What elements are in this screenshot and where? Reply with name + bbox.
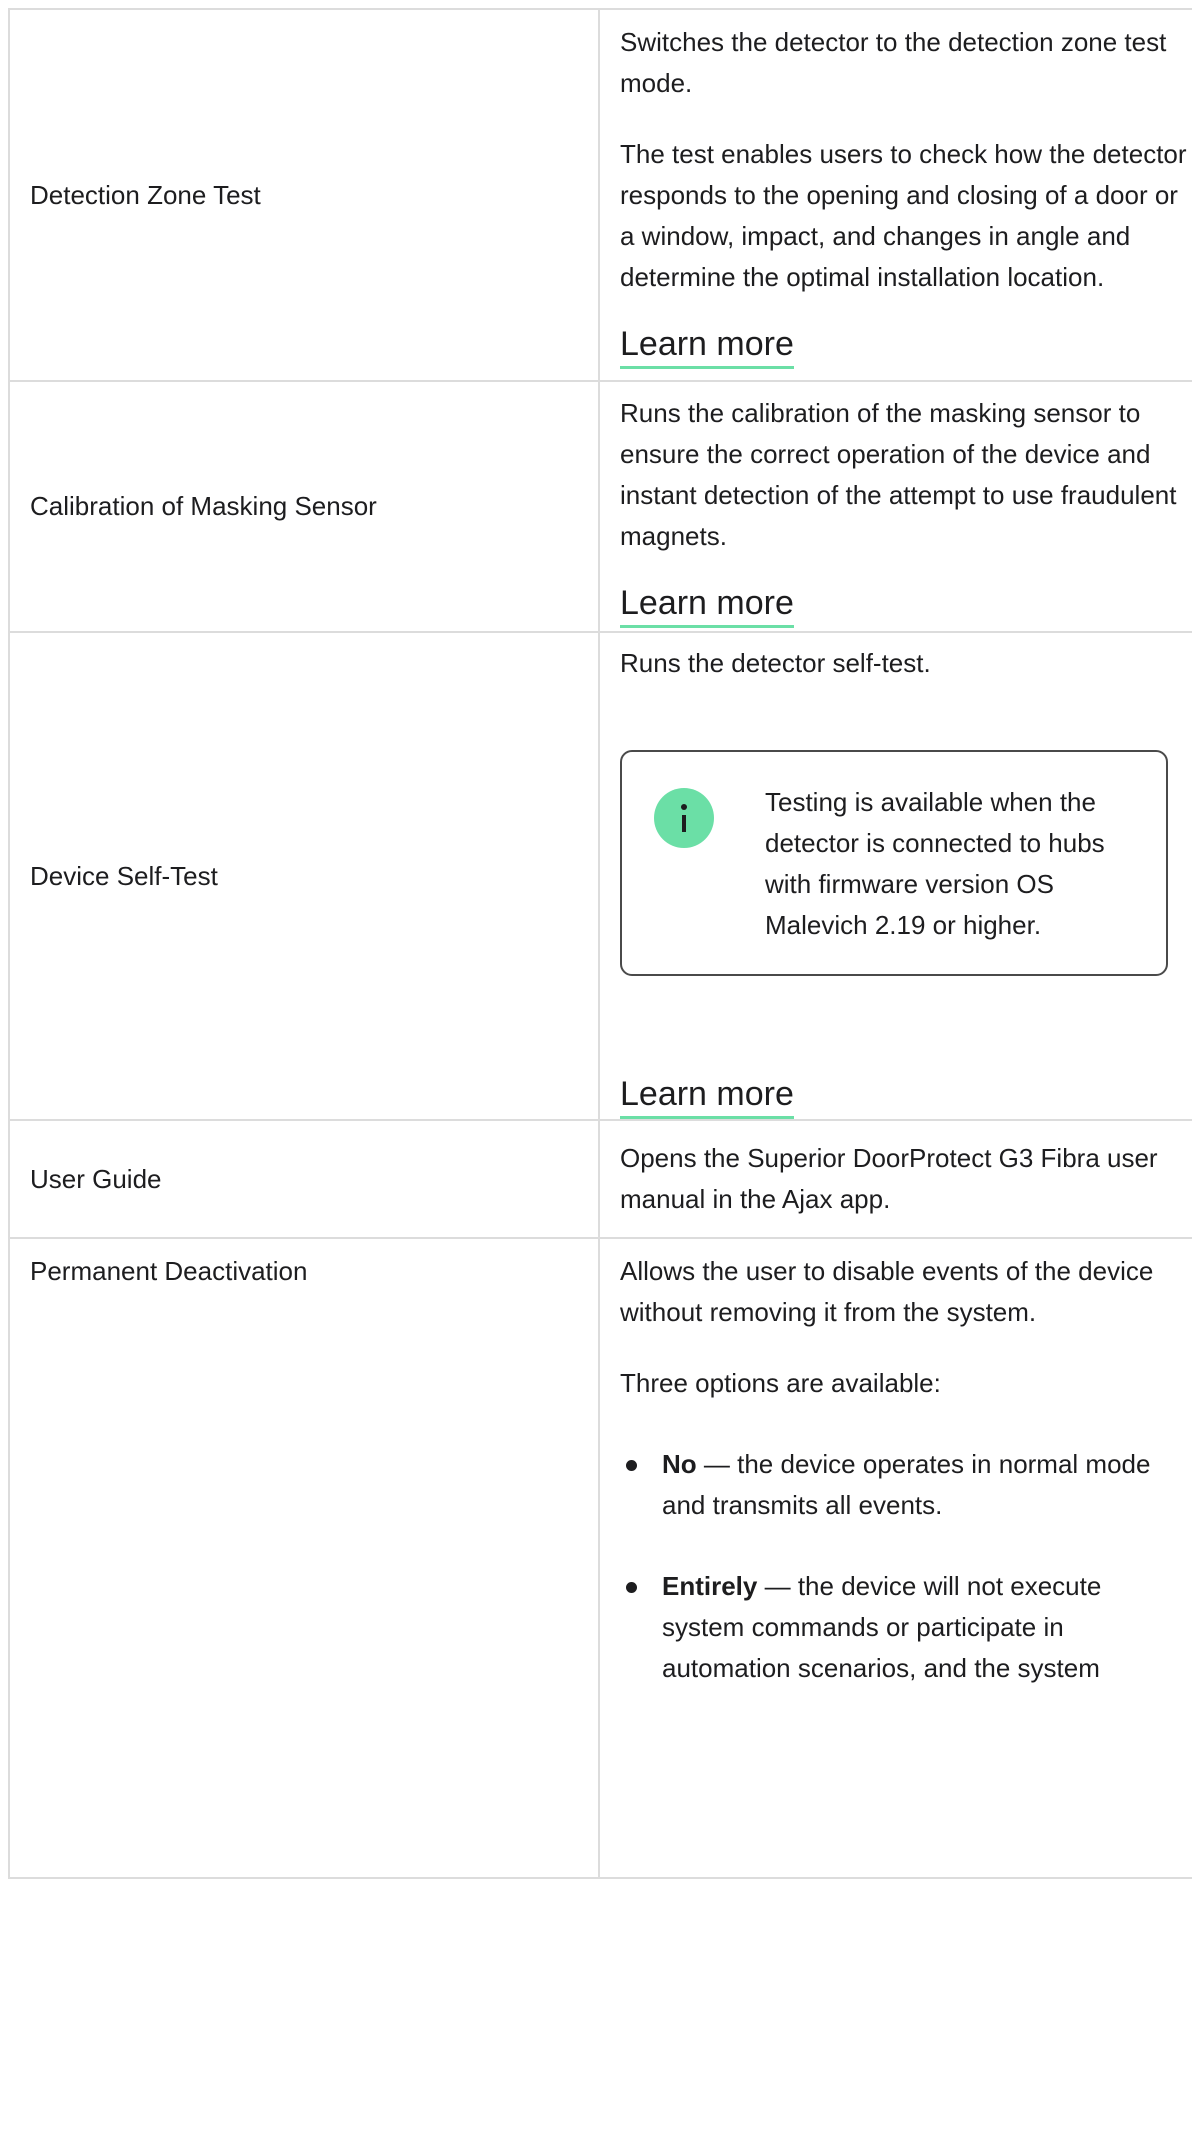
description-paragraph: Allows the user to disable events of the… bbox=[620, 1256, 1154, 1327]
learn-more-link[interactable]: Learn more bbox=[620, 324, 794, 369]
list-item: No — the device operates in normal mode … bbox=[620, 1444, 1182, 1526]
row-label-cell: Calibration of Masking Sensor bbox=[8, 380, 600, 633]
info-note: Testing is available when the detector i… bbox=[620, 750, 1168, 976]
description-paragraph: The test enables users to check how the … bbox=[620, 139, 1187, 292]
row-description-cell: Runs the detector self-test. Testing is … bbox=[598, 631, 1192, 1121]
row-label: Detection Zone Test bbox=[30, 179, 261, 210]
row-label-cell: Detection Zone Test bbox=[8, 8, 600, 382]
bullet-icon bbox=[626, 1582, 637, 1593]
description-paragraph: Runs the detector self-test. bbox=[620, 648, 931, 678]
options-list: No — the device operates in normal mode … bbox=[620, 1444, 1188, 1689]
row-description-cell: Opens the Superior DoorProtect G3 Fibra … bbox=[598, 1119, 1192, 1239]
row-label: Device Self-Test bbox=[30, 860, 218, 891]
info-icon bbox=[654, 788, 714, 848]
row-label-cell: Device Self-Test bbox=[8, 631, 600, 1121]
row-description-cell: Runs the calibration of the masking sens… bbox=[598, 380, 1192, 633]
row-label-cell: User Guide bbox=[8, 1119, 600, 1239]
learn-more-link[interactable]: Learn more bbox=[620, 1074, 794, 1119]
row-label-cell: Permanent Deactivation bbox=[8, 1237, 600, 1879]
description-paragraph: Runs the calibration of the masking sens… bbox=[620, 398, 1177, 551]
option-term: No bbox=[662, 1449, 697, 1479]
description-paragraph: Three options are available: bbox=[620, 1368, 941, 1398]
table-row: User Guide Opens the Superior DoorProtec… bbox=[8, 1119, 1192, 1239]
info-note-text: Testing is available when the detector i… bbox=[765, 787, 1105, 940]
table-row: Calibration of Masking Sensor Runs the c… bbox=[8, 380, 1192, 633]
table-row: Device Self-Test Runs the detector self-… bbox=[8, 631, 1192, 1121]
row-label: Permanent Deactivation bbox=[30, 1256, 308, 1286]
table-row: Detection Zone Test Switches the detecto… bbox=[8, 8, 1192, 382]
option-text: — the device operates in normal mode and… bbox=[662, 1449, 1151, 1520]
learn-more-link[interactable]: Learn more bbox=[620, 583, 794, 628]
settings-table: Detection Zone Test Switches the detecto… bbox=[8, 8, 1192, 1879]
row-label: User Guide bbox=[30, 1163, 162, 1194]
description-paragraph: Switches the detector to the detection z… bbox=[620, 27, 1167, 98]
description-paragraph: Opens the Superior DoorProtect G3 Fibra … bbox=[620, 1143, 1158, 1214]
list-item: Entirely — the device will not execute s… bbox=[620, 1566, 1182, 1689]
row-description-cell: Allows the user to disable events of the… bbox=[598, 1237, 1192, 1879]
row-description-cell: Switches the detector to the detection z… bbox=[598, 8, 1192, 382]
option-term: Entirely bbox=[662, 1571, 758, 1601]
row-label: Calibration of Masking Sensor bbox=[30, 491, 377, 521]
bullet-icon bbox=[626, 1460, 637, 1471]
table-row: Permanent Deactivation Allows the user t… bbox=[8, 1237, 1192, 1879]
